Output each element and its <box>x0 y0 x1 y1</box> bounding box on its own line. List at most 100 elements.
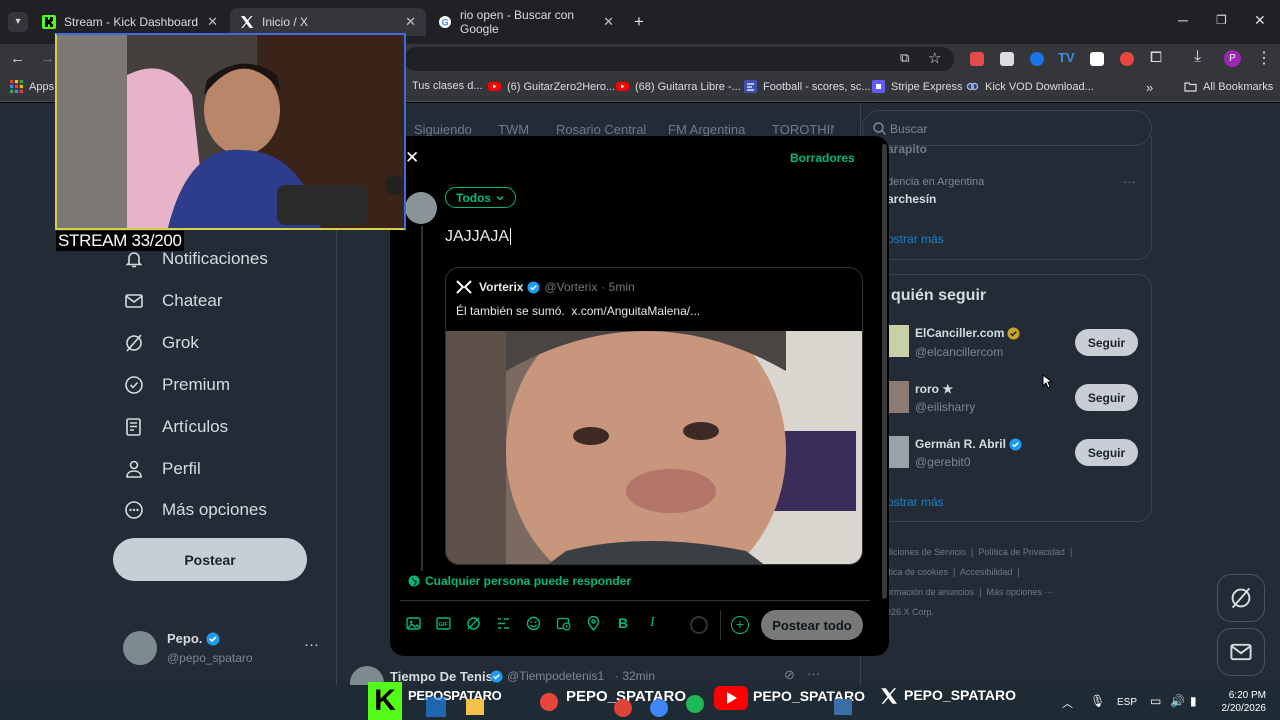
close-icon[interactable]: ✕ <box>405 148 419 168</box>
footer-link[interactable]: Política de Privacidad <box>978 547 1065 557</box>
sidebar-item-articles[interactable]: Artículos <box>124 417 228 437</box>
battery-icon[interactable]: ▮ <box>1190 694 1197 708</box>
language-indicator[interactable]: ESP <box>1117 697 1137 708</box>
gif-icon[interactable]: GIF <box>436 616 451 631</box>
footer-link[interactable]: ormación de anuncios <box>886 587 974 597</box>
download-icon[interactable]: ⤓ <box>1194 48 1201 66</box>
more-dots-icon[interactable]: ··· <box>1123 174 1136 189</box>
sidebar-item-notifications[interactable]: Notificaciones <box>124 249 268 269</box>
address-bar[interactable] <box>404 47 954 71</box>
add-post-icon[interactable]: + <box>731 616 749 634</box>
tab-x-home[interactable]: Inicio / X ✕ <box>230 8 426 36</box>
scrollbar[interactable] <box>882 144 887 599</box>
account-name[interactable]: Germán R. Abril <box>915 437 1006 451</box>
footer-link[interactable]: Más opciones ··· <box>986 587 1053 597</box>
show-more-link[interactable]: ostrar más <box>887 495 944 509</box>
tray-chevron-icon[interactable]: ︿ <box>1062 695 1073 711</box>
location-icon[interactable] <box>586 616 601 631</box>
close-icon[interactable]: ✕ <box>207 14 218 30</box>
sidebar-item-more-options[interactable]: Más opciones <box>124 500 267 520</box>
sidebar-item-chat[interactable]: Chatear <box>124 291 222 311</box>
windows-start-icon[interactable] <box>426 697 446 717</box>
account-switcher[interactable]: Pepo. @pepo_spataro ··· <box>114 622 336 674</box>
forward-arrow-icon[interactable]: → <box>40 50 55 67</box>
bookmark-item[interactable]: (68) Guitarra Libre -... <box>616 80 741 93</box>
bookmark-apps[interactable]: Apps <box>10 80 54 93</box>
back-arrow-icon[interactable]: ← <box>10 50 25 67</box>
show-more-link[interactable]: ostrar más <box>887 232 944 246</box>
spotify-icon[interactable] <box>686 695 704 713</box>
post-button[interactable]: Postear <box>113 538 307 581</box>
sidebar-item-grok[interactable]: Grok <box>124 333 199 353</box>
account-name[interactable]: ElCanciller.com <box>915 326 1004 340</box>
file-explorer-icon[interactable] <box>466 699 484 715</box>
timeline-tab[interactable]: Rosario Central <box>556 122 646 137</box>
extension-icon[interactable]: TV <box>1058 50 1075 65</box>
chrome-icon[interactable] <box>650 699 668 717</box>
trend-name[interactable]: archesín <box>887 192 936 206</box>
clock[interactable]: 6:20 PM 2/20/2026 <box>1214 689 1267 715</box>
follow-button[interactable]: Seguir <box>1075 329 1138 356</box>
bookmark-item[interactable]: Stripe Express <box>872 80 963 93</box>
drafts-button[interactable]: Borradores <box>790 151 855 165</box>
bookmarks-overflow-button[interactable]: » <box>1146 80 1153 95</box>
reply-setting[interactable]: Cualquier persona puede responder <box>408 574 631 588</box>
extension-icon[interactable] <box>1030 52 1044 66</box>
bookmark-star-icon[interactable]: ☆ <box>928 49 941 67</box>
grok-icon[interactable]: ⊘ <box>784 667 795 683</box>
search-input[interactable]: Buscar <box>890 122 927 136</box>
more-dots-icon[interactable]: ··· <box>304 636 319 653</box>
schedule-icon[interactable] <box>556 616 571 631</box>
footer-link[interactable]: diciones de Servicio <box>886 547 966 557</box>
kebab-menu-icon[interactable]: ⋮ <box>1256 48 1272 68</box>
new-tab-button[interactable]: + <box>634 12 644 32</box>
taskbar-app-icon[interactable] <box>540 693 558 711</box>
profile-avatar[interactable]: P <box>1224 50 1241 67</box>
tab-google-search[interactable]: G rio open - Buscar con Google ✕ <box>428 8 624 36</box>
tab-kick-dashboard[interactable]: Stream - Kick Dashboard ✕ <box>32 8 228 36</box>
tab-search-button[interactable]: ▾ <box>8 12 28 32</box>
timeline-tab[interactable]: FM Argentina <box>668 122 745 137</box>
italic-icon[interactable]: I <box>650 615 655 631</box>
extension-icon[interactable] <box>1090 52 1104 66</box>
poll-icon[interactable] <box>496 616 511 631</box>
more-dots-icon[interactable]: ··· <box>807 666 820 681</box>
window-close-button[interactable]: ✕ <box>1254 12 1266 29</box>
grok-float-button[interactable] <box>1217 574 1265 622</box>
bookmark-item[interactable]: Kick VOD Download... <box>966 80 1094 93</box>
bookmark-item[interactable]: Tus clases d... <box>412 80 483 92</box>
extension-icon[interactable] <box>1000 52 1014 66</box>
image-icon[interactable] <box>406 616 421 631</box>
emoji-icon[interactable] <box>526 616 541 631</box>
extension-icon[interactable] <box>1120 52 1134 66</box>
sidebar-item-premium[interactable]: Premium <box>124 375 230 395</box>
close-icon[interactable]: ✕ <box>603 14 614 30</box>
audience-selector[interactable]: Todos <box>445 187 517 208</box>
minimize-button[interactable]: ─ <box>1178 12 1188 28</box>
grok-icon[interactable] <box>466 616 481 631</box>
bookmark-item[interactable]: (6) GuitarZero2Hero... <box>488 80 615 93</box>
compose-textarea[interactable]: JAJJAJA <box>445 228 512 246</box>
footer-link[interactable]: ítica de cookies <box>886 567 948 577</box>
quoted-post[interactable]: Vorterix @Vorterix · 5min Él también se … <box>445 267 863 565</box>
follow-button[interactable]: Seguir <box>1075 384 1138 411</box>
all-bookmarks-button[interactable]: All Bookmarks <box>1184 80 1273 93</box>
post-all-button[interactable]: Postear todo <box>761 610 863 640</box>
account-name[interactable]: roro ★ <box>915 382 953 396</box>
feed-post-peek[interactable]: Tiempo De Tenis @Tiempodetenis1 · 32min … <box>337 657 860 685</box>
bookmark-item[interactable]: Football - scores, sc... <box>744 80 871 93</box>
timeline-tab[interactable]: Siguiendo <box>414 122 472 137</box>
timeline-tab[interactable]: TOROTHIN <box>772 122 834 137</box>
bold-icon[interactable]: B <box>618 615 628 631</box>
timeline-tab[interactable]: TWM <box>498 122 529 137</box>
close-icon[interactable]: ✕ <box>405 14 416 30</box>
taskbar-app-icon[interactable] <box>834 699 852 715</box>
follow-button[interactable]: Seguir <box>1075 439 1138 466</box>
extension-icon[interactable] <box>970 52 984 66</box>
quoted-post-image[interactable] <box>446 331 862 564</box>
volume-icon[interactable]: 🔊 <box>1170 694 1185 708</box>
maximize-button[interactable]: ❐ <box>1216 13 1227 27</box>
sidebar-item-profile[interactable]: Perfil <box>124 459 201 479</box>
network-icon[interactable]: ▭ <box>1150 694 1161 708</box>
messages-float-button[interactable] <box>1217 628 1265 676</box>
